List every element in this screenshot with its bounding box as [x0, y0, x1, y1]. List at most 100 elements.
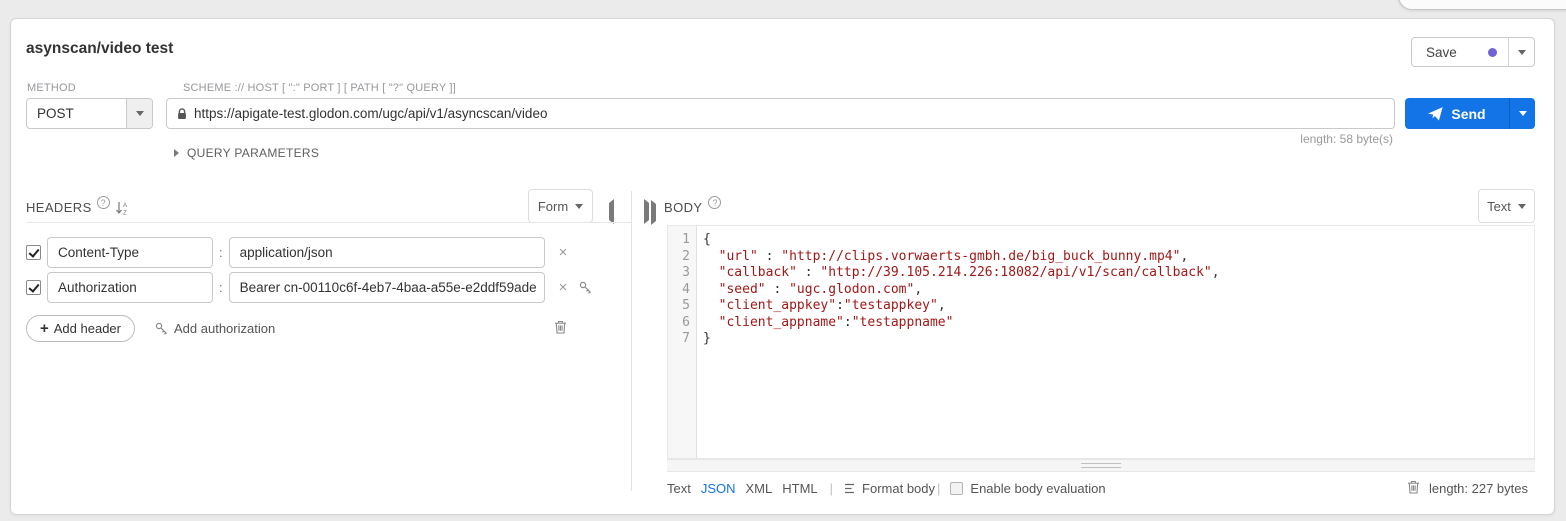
code-line: { — [703, 232, 1534, 249]
json-string-token: "http://39.105.214.226:18082/api/v1/scan… — [820, 265, 1211, 280]
separator-pipe: | — [830, 481, 833, 496]
enable-body-evaluation-toggle[interactable]: Enable body evaluation — [950, 481, 1105, 496]
body-panel-expand-arrow[interactable] — [651, 204, 656, 222]
header-enabled-checkbox[interactable] — [26, 245, 41, 260]
json-punctuation-token — [703, 315, 719, 330]
json-string-token: "testappkey" — [844, 298, 938, 313]
clear-headers-trash-button[interactable] — [554, 320, 567, 339]
code-line: "url" : "http://clips.vorwaerts-gmbh.de/… — [703, 249, 1534, 266]
header-name-input[interactable] — [47, 237, 213, 268]
save-button-label: Save — [1412, 45, 1488, 60]
clear-body-trash-button[interactable] — [1407, 480, 1420, 497]
body-mode-json[interactable]: JSON — [701, 481, 736, 496]
json-punctuation-token: : — [844, 315, 852, 330]
panel-divider — [631, 191, 632, 491]
header-name-input[interactable] — [47, 272, 213, 303]
add-authorization-label: Add authorization — [174, 321, 275, 336]
json-string-token: "client_appkey" — [719, 298, 836, 313]
collapse-headers-panel-button[interactable] — [609, 203, 614, 221]
json-punctuation-token — [703, 265, 719, 280]
format-body-button[interactable]: Format body — [843, 481, 935, 496]
code-area[interactable]: { "url" : "http://clips.vorwaerts-gmbh.d… — [697, 226, 1534, 458]
colon-separator: : — [219, 280, 223, 295]
chevron-down-icon — [136, 111, 144, 116]
collapse-body-panel-button[interactable] — [644, 203, 649, 221]
header-value-input[interactable] — [229, 272, 545, 303]
chevron-right-icon — [644, 199, 649, 224]
editor-resize-handle[interactable] — [1081, 463, 1121, 468]
query-parameters-toggle[interactable]: QUERY PARAMETERS — [174, 146, 319, 160]
code-line: "client_appname":"testappname" — [703, 315, 1534, 332]
code-line: "seed" : "ugc.glodon.com", — [703, 282, 1534, 299]
header-enabled-checkbox[interactable] — [26, 280, 41, 295]
url-length-note: length: 58 byte(s) — [1300, 132, 1393, 146]
line-number: 3 — [668, 265, 690, 282]
headers-help-icon[interactable]: ? — [97, 196, 110, 209]
editor-resize-strip — [667, 459, 1535, 472]
method-select[interactable]: POST — [26, 98, 153, 129]
json-punctuation-token: { — [703, 232, 711, 247]
body-mode-text[interactable]: Text — [667, 481, 691, 496]
method-selected-value: POST — [27, 99, 126, 128]
json-punctuation-token: : — [797, 265, 820, 280]
add-header-button[interactable]: + Add header — [26, 315, 135, 342]
save-dropdown-toggle[interactable] — [1508, 38, 1534, 66]
header-value-input[interactable] — [229, 237, 545, 268]
key-icon — [155, 322, 168, 335]
scheme-label: SCHEME :// HOST [ ":" PORT ] [ PATH [ "?… — [183, 82, 456, 94]
body-type-button[interactable]: Text — [1478, 189, 1535, 223]
colon-separator: : — [219, 245, 223, 260]
body-mode-xml[interactable]: XML — [746, 481, 773, 496]
chevron-right-icon — [174, 149, 179, 157]
svg-text:Z: Z — [123, 211, 127, 216]
method-dropdown-toggle[interactable] — [126, 99, 152, 128]
json-punctuation-token: : — [836, 298, 844, 313]
json-string-token: "seed" — [719, 282, 766, 297]
line-number: 6 — [668, 315, 690, 332]
sort-alphabetical-icon[interactable]: A Z — [115, 201, 129, 220]
chevron-down-icon — [1518, 204, 1526, 209]
chevron-down-icon — [575, 204, 583, 209]
svg-text:A: A — [123, 203, 127, 209]
chevron-right-icon — [651, 200, 656, 225]
url-input[interactable]: https://apigate-test.glodon.com/ugc/api/… — [166, 98, 1395, 129]
line-number-gutter: 1234567 — [668, 226, 697, 458]
line-number: 1 — [668, 232, 690, 249]
body-type-label: Text — [1487, 199, 1511, 214]
remove-header-button[interactable]: × — [559, 245, 568, 260]
json-punctuation-token: , — [938, 298, 946, 313]
remove-header-button[interactable]: × — [559, 280, 568, 295]
json-string-token: "ugc.glodon.com" — [789, 282, 914, 297]
send-dropdown-toggle[interactable] — [1509, 98, 1535, 129]
code-line: "callback" : "http://39.105.214.226:1808… — [703, 265, 1534, 282]
body-help-icon[interactable]: ? — [708, 196, 721, 209]
json-punctuation-token: : — [758, 249, 781, 264]
json-punctuation-token — [703, 298, 719, 313]
json-punctuation-token: } — [703, 331, 711, 346]
unsaved-changes-dot — [1488, 48, 1497, 57]
plus-icon: + — [40, 320, 49, 337]
send-button[interactable]: Send — [1405, 98, 1535, 129]
chevron-left-icon — [609, 199, 614, 224]
save-button[interactable]: Save — [1411, 37, 1535, 67]
chevron-down-icon — [1518, 50, 1526, 55]
line-number: 4 — [668, 282, 690, 299]
query-parameters-label: QUERY PARAMETERS — [187, 146, 319, 160]
enable-body-evaluation-label: Enable body evaluation — [970, 481, 1105, 496]
json-punctuation-token: , — [1180, 249, 1188, 264]
page-title: asynscan/video test — [26, 40, 173, 58]
format-body-label: Format body — [862, 481, 935, 496]
request-panel: asynscan/video test Save METHOD SCHEME :… — [10, 18, 1555, 515]
trash-icon — [1407, 480, 1420, 494]
headers-view-mode-button[interactable]: Form — [528, 189, 593, 223]
enable-body-evaluation-checkbox[interactable] — [950, 482, 963, 495]
body-panel-title: BODY — [664, 200, 702, 215]
code-line: "client_appkey":"testappkey", — [703, 298, 1534, 315]
body-mode-html[interactable]: HTML — [782, 481, 817, 496]
authorization-key-button[interactable] — [579, 281, 592, 294]
line-number: 7 — [668, 331, 690, 348]
body-editor[interactable]: 1234567 { "url" : "http://clips.vorwaert… — [667, 225, 1535, 459]
json-string-token: "url" — [719, 249, 758, 264]
add-authorization-button[interactable]: Add authorization — [155, 321, 275, 336]
json-punctuation-token: , — [914, 282, 922, 297]
